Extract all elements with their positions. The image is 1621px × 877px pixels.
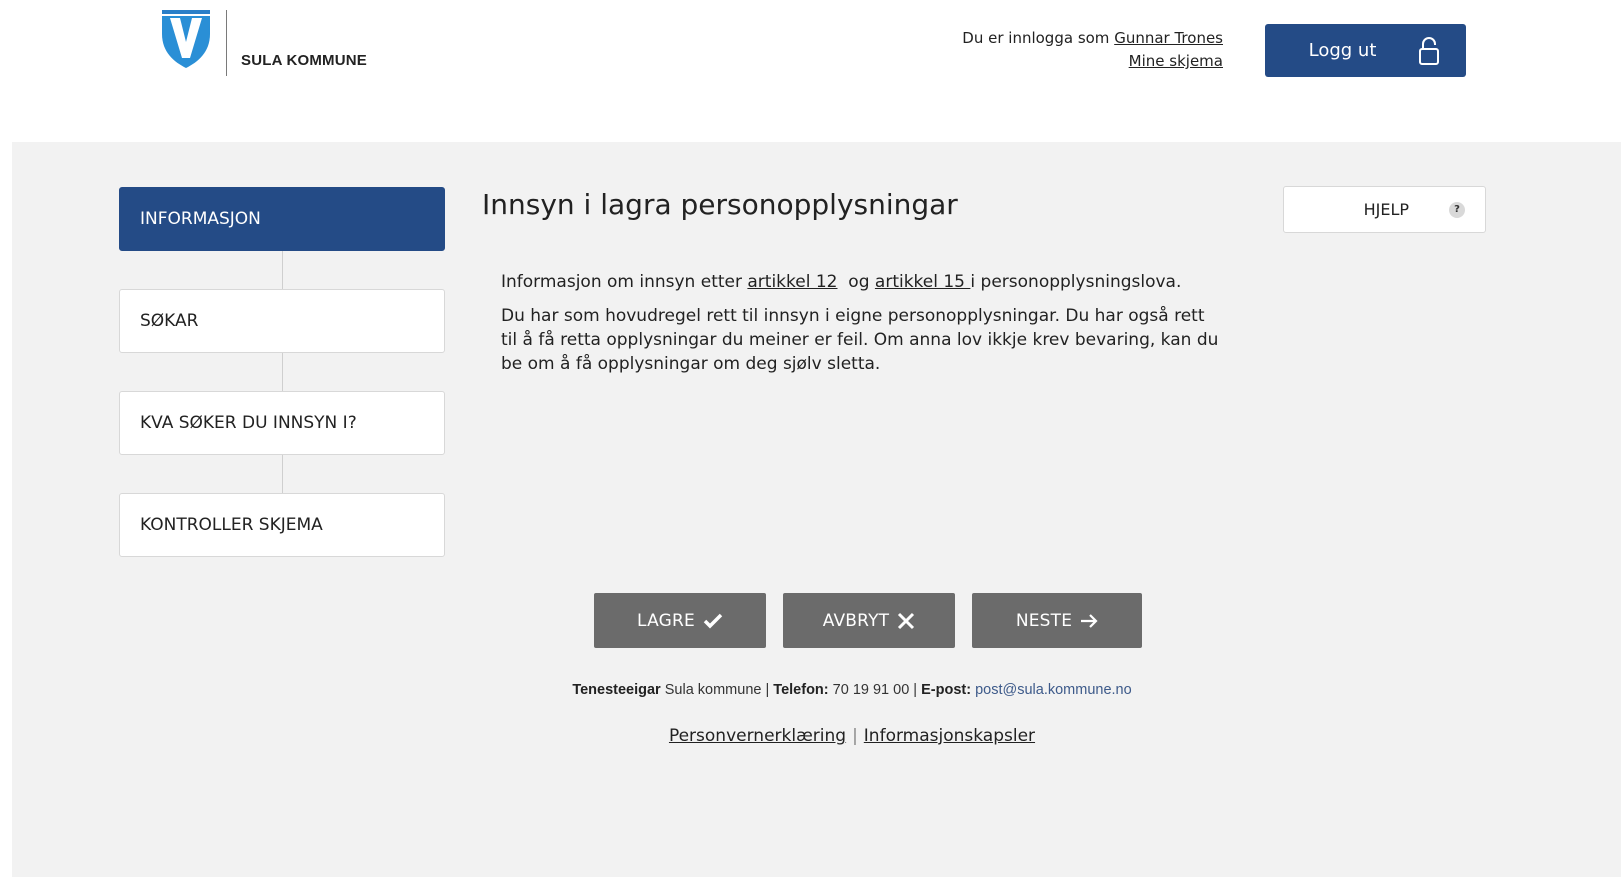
cancel-label: AVBRYT [822,610,890,631]
step-connector [282,353,283,391]
step-label: INFORMASJON [140,209,261,229]
arrow-right-icon [1080,613,1098,628]
logo-divider [226,10,227,76]
check-icon [703,613,723,629]
phone-value: 70 19 91 00 [832,682,910,698]
info-paragraph-2: Du har som hovudregel rett til innsyn i … [501,306,1219,374]
privacy-policy-link[interactable]: Personvernerklæring [669,726,846,746]
separator: | [852,726,858,746]
step-connector [282,251,283,289]
close-icon [897,612,915,630]
page-title: Innsyn i lagra personopplysningar [482,188,958,221]
owner-label: Tenesteeigar [572,682,661,698]
user-name-link[interactable]: Gunnar Trones [1114,29,1223,47]
help-button[interactable]: HJELP ? [1283,186,1486,233]
sula-kommune-logo[interactable]: SULA KOMMUNE [160,8,390,78]
step-sokar[interactable]: SØKAR [119,289,445,353]
info-text: Informasjon om innsyn etter artikkel 12 … [501,270,1221,386]
unlock-icon [1418,36,1440,66]
footer-contact: Tenesteeigar Sula kommune | Telefon: 70 … [572,682,1132,698]
separator: | [913,682,918,698]
phone-label: Telefon [773,682,824,698]
help-label: HJELP [1363,200,1409,219]
save-button[interactable]: LAGRE [594,593,766,648]
logout-label: Logg ut [1308,40,1377,61]
save-label: LAGRE [637,610,695,631]
form-actions: LAGRE AVBRYT NESTE [594,593,1142,648]
org-name: SULA KOMMUNE [241,52,368,69]
email-link[interactable]: post@sula.kommune.no [975,682,1132,698]
cancel-button[interactable]: AVBRYT [783,593,955,648]
my-forms-link[interactable]: Mine skjema [1129,52,1223,70]
step-navigation: INFORMASJON SØKAR KVA SØKER DU INNSYN I?… [119,187,445,557]
footer: Tenesteeigar Sula kommune | Telefon: 70 … [12,682,1621,746]
footer-links: Personvernerklæring | Informasjonskapsler [12,726,1621,746]
artikkel-12-link[interactable]: artikkel 12 [747,272,837,292]
artikkel-15-link[interactable]: artikkel 15 [875,272,971,292]
cookies-link[interactable]: Informasjonskapsler [864,726,1035,746]
coat-of-arms-icon [162,10,210,68]
separator: | [765,682,770,698]
next-button[interactable]: NESTE [972,593,1142,648]
user-info: Du er innlogga som Gunnar Trones Mine sk… [962,27,1223,73]
owner-value: Sula kommune [664,682,762,698]
info-paragraph-1: Informasjon om innsyn etter artikkel 12 … [501,270,1221,294]
email-label: E-post [921,682,967,698]
para1-text: og [837,272,875,292]
step-kva-soker-du-innsyn-i[interactable]: KVA SØKER DU INNSYN I? [119,391,445,455]
question-icon: ? [1449,201,1465,218]
step-connector [282,455,283,493]
step-kontroller-skjema[interactable]: KONTROLLER SKJEMA [119,493,445,557]
step-label: KVA SØKER DU INNSYN I? [140,413,357,433]
form-panel: INFORMASJON SØKAR KVA SØKER DU INNSYN I?… [12,142,1621,877]
step-label: KONTROLLER SKJEMA [140,515,323,535]
site-header: SULA KOMMUNE Du er innlogga som Gunnar T… [0,0,1621,140]
step-informasjon[interactable]: INFORMASJON [119,187,445,251]
para1-text: Informasjon om innsyn etter [501,272,748,292]
next-label: NESTE [1015,610,1073,631]
para1-text: i personopplysningslova. [970,272,1182,292]
logout-button[interactable]: Logg ut [1265,24,1466,77]
logged-in-label: Du er innlogga som [962,29,1110,47]
step-label: SØKAR [140,311,199,331]
